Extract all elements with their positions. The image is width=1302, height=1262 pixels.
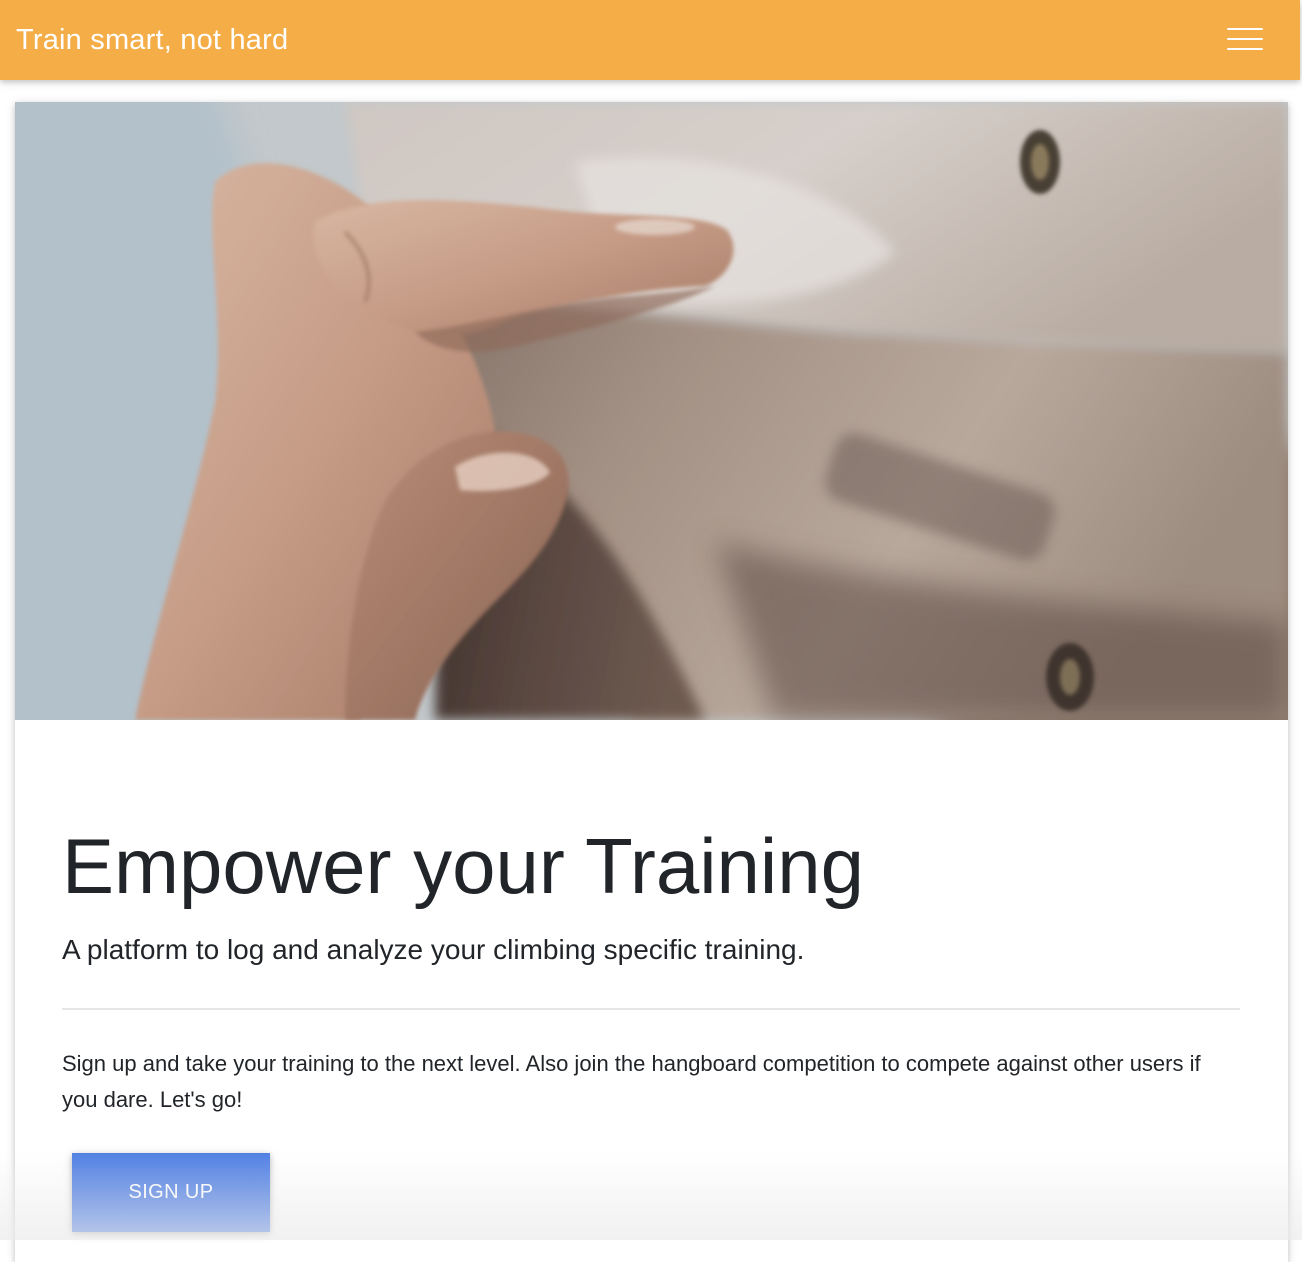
brand-title[interactable]: Train smart, not hard (16, 20, 288, 60)
hero-photo-illustration (15, 102, 1288, 720)
top-navbar: Train smart, not hard (0, 0, 1300, 80)
sign-up-button[interactable]: SIGN UP (72, 1153, 270, 1232)
hamburger-menu-icon-bar (1227, 38, 1263, 40)
hamburger-menu-button[interactable] (1218, 18, 1272, 60)
hamburger-menu-icon (1227, 28, 1263, 30)
hamburger-menu-icon-bar (1227, 48, 1263, 50)
lead-text: A platform to log and analyze your climb… (62, 934, 805, 965)
page-headline: Empower your Training (62, 822, 865, 910)
hero-image (15, 102, 1288, 720)
intro-paragraph: Sign up and take your training to the ne… (62, 1051, 1201, 1112)
landing-card: Empower your Training A platform to log … (15, 102, 1288, 1262)
section-divider (62, 1008, 1240, 1010)
